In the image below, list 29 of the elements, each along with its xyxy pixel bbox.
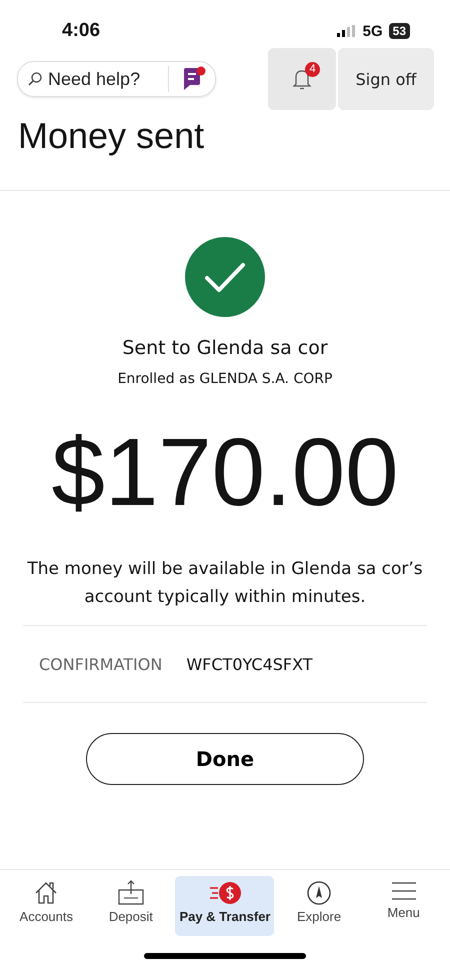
chat-icon[interactable] bbox=[181, 66, 207, 92]
nav-tab[interactable]: Deposit bbox=[90, 876, 171, 936]
deposit-icon bbox=[116, 880, 145, 906]
confirmation-code: WFCT0YC4SFXT bbox=[186, 654, 313, 674]
network-label: 5G bbox=[362, 22, 383, 40]
dollar-send-icon bbox=[208, 880, 242, 906]
nav-tab[interactable]: Explore bbox=[279, 876, 360, 936]
nav-tab[interactable]: Menu bbox=[364, 876, 444, 936]
compass-icon bbox=[306, 880, 332, 906]
status-time: 4:06 bbox=[62, 20, 100, 42]
nav-tab[interactable]: Pay & Transfer bbox=[175, 876, 274, 936]
confirmation-label: CONFIRMATION bbox=[39, 654, 162, 674]
enrolled-text: Enrolled as GLENDA S.A. CORP bbox=[118, 371, 332, 387]
nav-tab[interactable]: Accounts bbox=[6, 876, 86, 936]
battery-level: 53 bbox=[388, 23, 410, 39]
done-button[interactable]: Done bbox=[86, 733, 364, 785]
availability-message: The money will be available in Glenda sa cor’s account typically within minutes. bbox=[26, 558, 424, 609]
notification-count: 4 bbox=[305, 62, 320, 77]
recipient-text: Sent to Glenda sa cor bbox=[122, 337, 328, 359]
search-icon bbox=[28, 72, 42, 86]
checkmark-icon bbox=[185, 237, 265, 317]
signal-icon bbox=[336, 25, 357, 37]
help-search-field[interactable]: Need help? bbox=[46, 68, 162, 90]
help-search-bar[interactable]: Need help? bbox=[17, 61, 216, 97]
sign-off-button[interactable]: Sign off bbox=[338, 48, 434, 110]
notifications-button[interactable]: 4 bbox=[268, 48, 336, 110]
amount-text: $170.00 bbox=[51, 418, 398, 528]
menu-icon bbox=[390, 880, 417, 902]
page-title: Money sent bbox=[17, 114, 206, 158]
